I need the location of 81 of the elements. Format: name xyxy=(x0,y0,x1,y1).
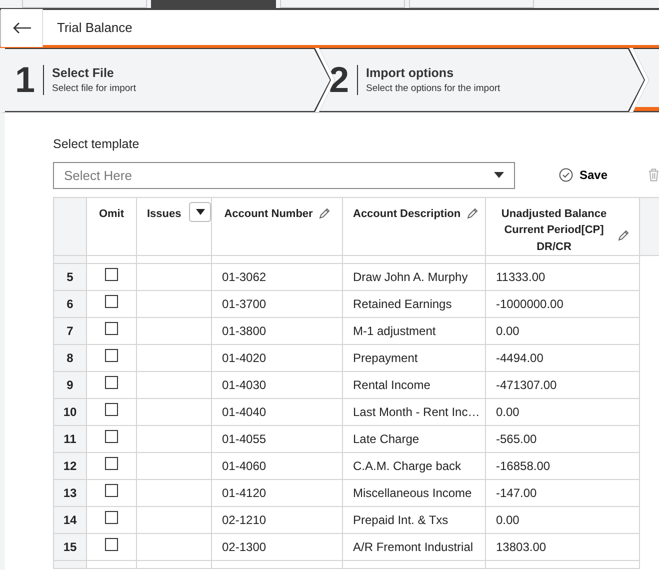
step-number: 2 xyxy=(329,65,358,95)
table-cell: 0.00 xyxy=(486,506,640,534)
omit-checkbox[interactable] xyxy=(105,457,118,470)
omit-checkbox[interactable] xyxy=(105,484,118,498)
table-cell: 01-4020 xyxy=(212,344,342,372)
omit-checkbox[interactable] xyxy=(105,349,118,362)
row-number: 8 xyxy=(54,344,86,372)
column-header: Account Number xyxy=(224,208,313,220)
row-number: 7 xyxy=(54,318,86,345)
table-cell: Late Charge xyxy=(342,426,486,453)
column-header: Issues xyxy=(147,208,182,220)
table-cell: -16858.00 xyxy=(486,452,640,480)
table-cell: 01-4040 xyxy=(212,398,342,426)
omit-checkbox[interactable] xyxy=(105,295,118,308)
table-cell: -147.00 xyxy=(486,480,640,507)
table-cell: 02-1300 xyxy=(212,534,342,561)
check-circle-icon xyxy=(559,168,574,182)
omit-checkbox[interactable] xyxy=(105,376,118,390)
table-cell: C.A.M. Charge back xyxy=(342,452,486,480)
edit-icon[interactable] xyxy=(466,208,478,220)
table-cell: Draw John A. Murphy xyxy=(342,264,486,291)
row-number: 6 xyxy=(54,290,86,318)
step-subtitle: Select file for import xyxy=(52,82,136,96)
table-cell: 01-3800 xyxy=(212,318,342,345)
table-cell: -565.00 xyxy=(486,426,640,453)
omit-checkbox[interactable] xyxy=(105,430,118,444)
table-cell: Retained Earnings xyxy=(342,290,486,318)
omit-checkbox[interactable] xyxy=(105,538,118,552)
omit-checkbox[interactable] xyxy=(105,511,118,524)
table-cell: 01-4030 xyxy=(212,372,342,399)
table-cell: Prepayment xyxy=(342,344,486,372)
row-number: 15 xyxy=(54,534,86,561)
table-cell: A/R Fremont Industrial xyxy=(342,534,486,561)
column-header: Account Description xyxy=(353,208,461,220)
table-cell: 01-3062 xyxy=(212,264,342,291)
step-tab[interactable]: 2 Import options Select the options for the import xyxy=(319,48,645,112)
column-header: Unadjusted Balance Current Period[CP] DR/CR xyxy=(500,206,608,255)
filter-button[interactable] xyxy=(189,202,212,222)
page-title: Trial Balance xyxy=(56,18,132,37)
table-cell: 02-1210 xyxy=(212,506,342,534)
table-cell: 01-4060 xyxy=(212,452,342,480)
omit-checkbox[interactable] xyxy=(105,268,118,282)
table-cell: Rental Income xyxy=(342,372,486,399)
table-cell: 13803.00 xyxy=(486,534,640,561)
omit-checkbox[interactable] xyxy=(105,322,118,336)
edit-icon[interactable] xyxy=(318,208,330,220)
row-number: 13 xyxy=(54,480,86,507)
column-header: Omit xyxy=(98,208,124,220)
row-number: 11 xyxy=(54,426,86,453)
table-cell: 11333.00 xyxy=(486,264,640,291)
caret-icon xyxy=(196,208,205,215)
table-cell: 01-3700 xyxy=(212,290,342,318)
edit-icon[interactable] xyxy=(618,230,629,242)
table-cell: 0.00 xyxy=(486,398,640,426)
row-number: 14 xyxy=(54,506,86,534)
table-cell: 01-4120 xyxy=(212,480,342,507)
step-title: Import options xyxy=(366,64,455,82)
table-cell: 01-4055 xyxy=(212,426,342,453)
save-button[interactable]: Save xyxy=(553,165,614,186)
dropdown-caret-icon xyxy=(494,172,504,178)
step-tab[interactable]: 1 Select File Select file for import xyxy=(5,48,331,112)
step-subtitle: Select the options for the import xyxy=(366,82,500,96)
row-number: 9 xyxy=(54,372,86,399)
row-number: 12 xyxy=(54,452,86,480)
table-cell: -471307.00 xyxy=(486,372,640,399)
row-number: 10 xyxy=(54,398,86,426)
table-cell: Miscellaneous Income xyxy=(342,480,486,507)
back-button[interactable] xyxy=(1,8,43,46)
table-cell: Last Month - Rent Inc… xyxy=(342,398,486,426)
table-cell: M-1 adjustment xyxy=(342,318,486,345)
row-number: 5 xyxy=(54,264,86,291)
table-cell: 0.00 xyxy=(486,318,640,345)
table-cell: -1000000.00 xyxy=(486,290,640,318)
template-label: Select template xyxy=(53,136,140,153)
template-select[interactable]: Select Here xyxy=(53,162,516,189)
table-cell: -4494.00 xyxy=(486,344,640,372)
back-arrow-icon xyxy=(12,22,32,34)
omit-checkbox[interactable] xyxy=(105,403,118,416)
step-title: Select File xyxy=(52,64,115,82)
table-cell: Prepaid Int. & Txs xyxy=(342,506,486,534)
step-number: 1 xyxy=(15,65,44,95)
